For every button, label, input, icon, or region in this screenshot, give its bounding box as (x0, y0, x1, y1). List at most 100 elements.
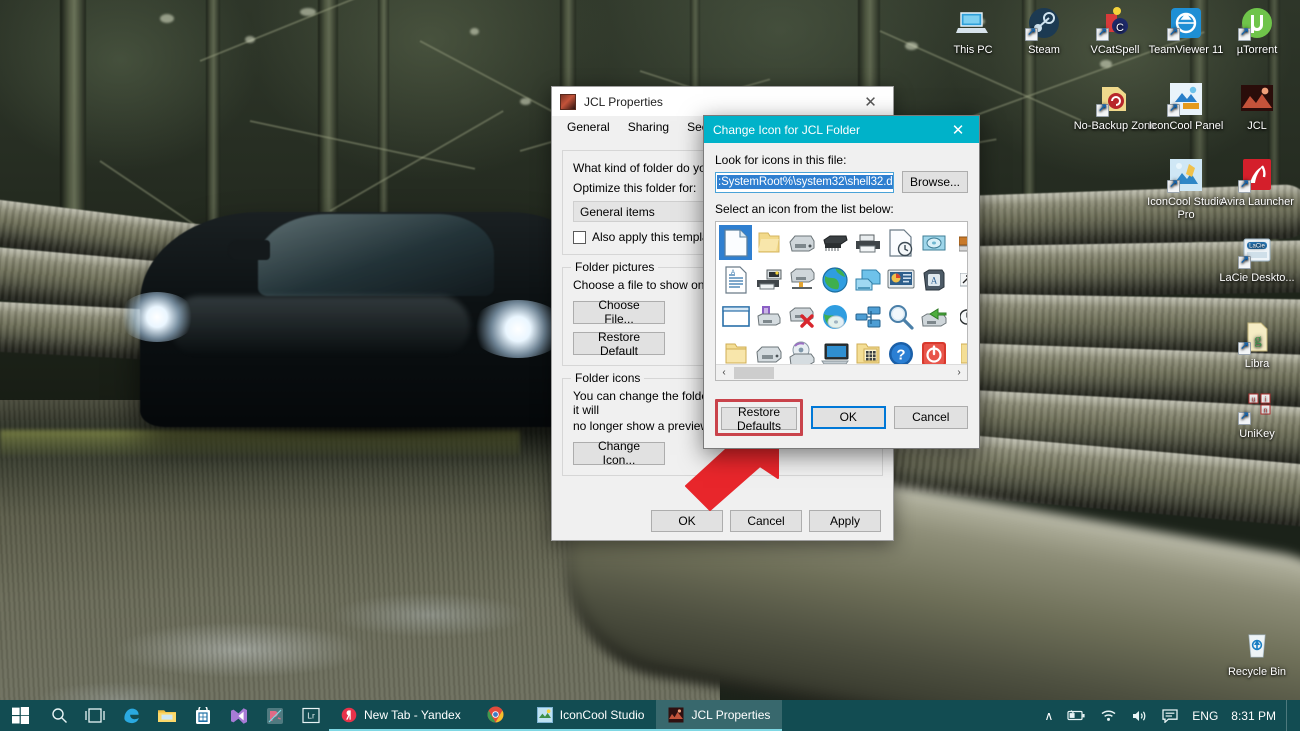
taskbar-task-jcl-properties[interactable]: JCL Properties (656, 700, 783, 731)
change-icon-titlebar[interactable]: Change Icon for JCL Folder ✕ (704, 116, 979, 143)
iconcoolstudio-icon (1167, 158, 1203, 193)
icon-cell-floppy-drive[interactable] (785, 225, 818, 260)
recyclebin-icon (1240, 628, 1274, 662)
scroll-left-arrow-icon[interactable]: ‹ (716, 367, 732, 378)
taskbar-task-yandex[interactable]: New Tab - Yandex (329, 700, 473, 731)
icon-file-input[interactable]: :SystemRoot%\system32\shell32.dll (715, 171, 894, 193)
scroll-right-arrow-icon[interactable]: › (951, 367, 967, 378)
svg-text:u: u (1252, 396, 1256, 403)
action-center-icon[interactable] (1155, 700, 1185, 731)
icon-cell-network-nodes[interactable] (851, 299, 884, 334)
browse-button[interactable]: Browse... (902, 171, 968, 193)
icon-cell-network-drive-partial[interactable] (950, 225, 967, 260)
wallpaper-car-windshield (258, 214, 494, 296)
close-icon[interactable]: ✕ (937, 116, 979, 143)
change-icon-button[interactable]: Change Icon... (573, 439, 665, 467)
folder-pictures-title: Folder pictures (571, 260, 659, 274)
file-explorer-icon[interactable] (149, 700, 185, 731)
desktop-icon-recyclebin[interactable]: Recycle Bin (1214, 628, 1300, 679)
icon-cell-drive-green-arrow[interactable] (917, 299, 950, 334)
desktop-icon-libra[interactable]: g Libra (1214, 320, 1300, 371)
desktop-icon-utorrent[interactable]: µTorrent (1214, 6, 1300, 57)
show-desktop-button[interactable] (1286, 700, 1292, 731)
iconcoolpanel-icon (1167, 82, 1203, 117)
restore-default-button[interactable]: Restore Default (573, 330, 665, 358)
icon-cell-cd-tray[interactable] (917, 225, 950, 260)
iconcool-studio-icon (536, 706, 553, 723)
icon-cell-control-panel-monitor[interactable] (884, 262, 917, 297)
properties-apply-button[interactable]: Apply (809, 510, 881, 532)
icon-cell-search-magnifier[interactable] (884, 299, 917, 334)
icon-cell-disconnected-drive[interactable] (785, 299, 818, 334)
lightroom-icon[interactable]: Lr (293, 700, 329, 731)
volume-icon[interactable] (1124, 700, 1155, 731)
icon-cell-clock-partial[interactable] (950, 299, 967, 334)
desktop-icon-unikey[interactable]: uin UniKey (1214, 390, 1300, 441)
icon-file-value: :SystemRoot%\system32\shell32.dll (717, 175, 893, 189)
language-indicator[interactable]: ENG (1185, 700, 1225, 731)
search-icon[interactable] (41, 700, 77, 731)
icon-cell-recent-document[interactable] (884, 225, 917, 260)
taskbar[interactable]: Lr New Tab - Yandex IconCool Studio JCL … (0, 700, 1300, 731)
utorrent-icon (1238, 6, 1274, 41)
shortcut-arrow-icon (1238, 410, 1251, 425)
clock[interactable]: 8:31 PM (1225, 700, 1286, 731)
icon-cell-hard-disk-purple[interactable] (752, 299, 785, 334)
icon-cell-disc-globe[interactable] (818, 299, 851, 334)
scrollbar-track[interactable] (732, 364, 951, 380)
start-button[interactable] (0, 700, 41, 731)
icon-cell-printer[interactable] (851, 225, 884, 260)
icon-cell-window-blank[interactable] (719, 299, 752, 334)
restore-defaults-button[interactable]: Restore Defaults (721, 405, 797, 433)
task-view-icon[interactable] (77, 700, 113, 731)
icon-cell-network-folder[interactable] (851, 262, 884, 297)
shortcut-arrow-icon (1025, 26, 1038, 41)
properties-ok-button[interactable]: OK (651, 510, 723, 532)
change-icon-dialog[interactable]: Change Icon for JCL Folder ✕ Look for ic… (703, 115, 980, 449)
optimize-folder-value: General items (580, 204, 655, 219)
desktop-icon-jcl[interactable]: JCL (1214, 82, 1300, 133)
nobackup-icon (1096, 82, 1132, 117)
icon-grid[interactable]: A A? (716, 222, 967, 371)
icon-cell-text-document[interactable]: A (719, 262, 752, 297)
scrollbar-thumb[interactable] (734, 366, 774, 379)
desktop-icon-label: Libra (1244, 358, 1270, 370)
properties-cancel-button[interactable]: Cancel (730, 510, 802, 532)
properties-footer: OK Cancel Apply (552, 510, 893, 532)
desktop-icon-lacie[interactable]: LaCie LaCie Deskto... (1214, 234, 1300, 285)
icon-cell-shortcut-arrow-partial[interactable] (950, 262, 967, 297)
change-icon-ok-button[interactable]: OK (811, 405, 886, 429)
choose-file-button[interactable]: Choose File... (573, 298, 665, 326)
change-icon-cancel-button[interactable]: Cancel (893, 405, 968, 429)
icon-cell-network-printer[interactable] (752, 262, 785, 297)
icon-cell-network-drive[interactable] (785, 262, 818, 297)
tray-chevron-up-icon[interactable]: ∧ (1037, 700, 1060, 731)
desktop-icon-avira[interactable]: Avira Launcher (1214, 158, 1300, 209)
tab-general[interactable]: General (558, 117, 619, 138)
properties-titlebar[interactable]: JCL Properties ✕ (552, 87, 893, 116)
also-apply-checkbox[interactable] (573, 230, 586, 244)
icon-cell-folder-open[interactable] (752, 225, 785, 260)
shortcut-arrow-icon (1167, 102, 1180, 117)
icon-cell-media-device[interactable]: A (917, 262, 950, 297)
taskbar-task-chrome[interactable] (472, 700, 525, 731)
store-icon[interactable] (185, 700, 221, 731)
wifi-icon[interactable] (1093, 700, 1124, 731)
teamviewer-icon (1167, 6, 1203, 41)
photoshop-icon[interactable] (257, 700, 293, 731)
icon-cell-memory-chip[interactable] (818, 225, 851, 260)
icon-cell-globe-internet[interactable] (818, 262, 851, 297)
close-icon[interactable]: ✕ (848, 87, 893, 116)
icon-list-horizontal-scrollbar[interactable]: ‹ › (716, 364, 967, 380)
taskbar-task-iconcool-studio[interactable]: IconCool Studio (524, 700, 657, 731)
icon-cell-blank-document[interactable] (719, 225, 752, 260)
battery-icon[interactable] (1060, 700, 1093, 731)
icon-listbox[interactable]: A A? ‹ › (715, 221, 968, 381)
desktop[interactable]: This PCSteamCVCatSpellTeamViewer 11µTorr… (0, 0, 1300, 731)
system-tray[interactable]: ∧ ENG 8:31 PM (1037, 700, 1300, 731)
tab-sharing[interactable]: Sharing (619, 117, 678, 138)
edge-icon[interactable] (113, 700, 149, 731)
visual-studio-icon[interactable] (221, 700, 257, 731)
shortcut-arrow-icon (1238, 178, 1251, 193)
lacie-icon: LaCie (1238, 234, 1274, 269)
